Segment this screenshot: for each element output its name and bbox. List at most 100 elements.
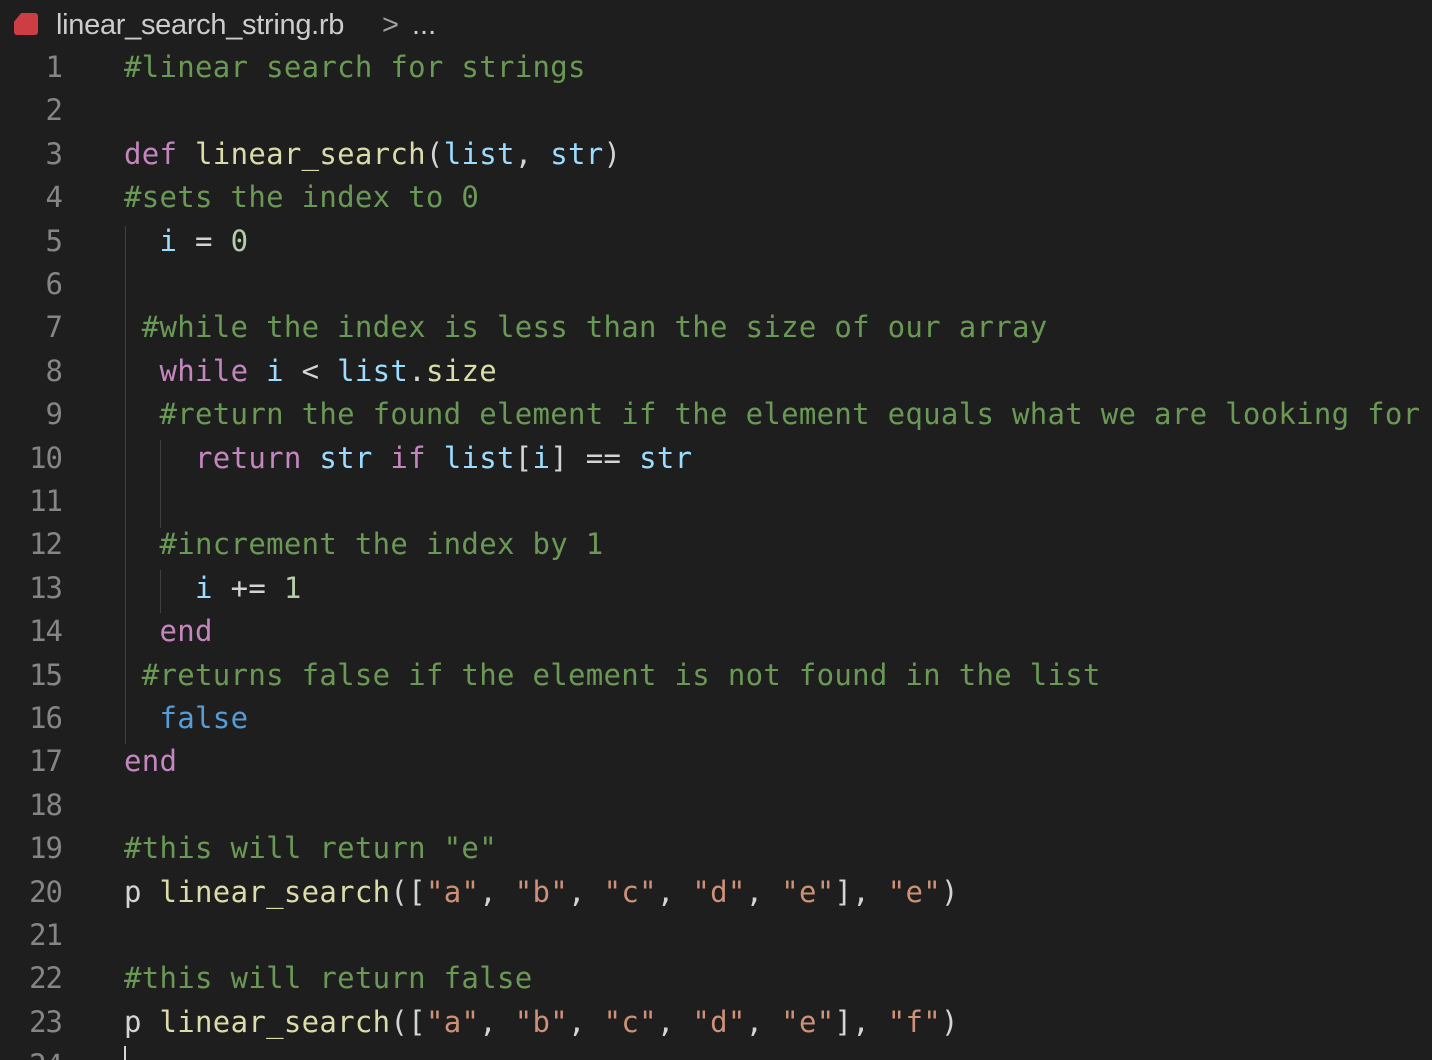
code-token: , <box>745 874 782 909</box>
code-text: #return the found element if the element… <box>124 397 1421 431</box>
code-token: = <box>177 223 231 258</box>
code-token: , <box>568 874 604 909</box>
breadcrumb: linear_search_string.rb > ... <box>0 0 1432 52</box>
code-token: , <box>479 874 515 909</box>
code-line[interactable]: 6 <box>0 267 1432 310</box>
code-line[interactable]: 5 i = 0 <box>0 224 1432 267</box>
code-token: , <box>479 1004 515 1039</box>
code-line[interactable]: 17 end <box>0 744 1432 787</box>
code-line[interactable]: 11 <box>0 484 1432 527</box>
code-token: list <box>443 136 515 171</box>
code-token: #while the index is less than the size o… <box>124 310 1048 345</box>
code-token: end <box>124 744 178 779</box>
line-number: 22 <box>29 961 63 996</box>
code-token: < <box>283 353 338 388</box>
code-token: false <box>159 701 249 735</box>
code-line[interactable]: 10 return str if list[i] == str <box>0 441 1432 484</box>
line-number: 21 <box>29 918 63 952</box>
line-number: 4 <box>45 180 63 215</box>
code-line[interactable]: 15 #returns false if the element is not … <box>0 658 1432 701</box>
code-token: i <box>159 223 178 258</box>
code-token: i <box>266 353 284 388</box>
line-number: 18 <box>29 787 63 822</box>
code-token: "d" <box>692 874 746 909</box>
code-line[interactable]: 20 p linear_search(["a", "b", "c", "d", "… <box>0 875 1432 918</box>
code-token: , <box>656 1004 693 1039</box>
code-token: , <box>745 1004 782 1039</box>
code-text: #this will return false <box>124 961 532 995</box>
code-text: i += 1 <box>124 571 302 605</box>
code-token: #increment the index by 1 <box>124 527 604 562</box>
code-line[interactable]: 7 #while the index is less than the size… <box>0 310 1432 353</box>
code-text: end <box>124 614 213 648</box>
code-token: i <box>195 570 213 605</box>
code-line[interactable]: 2 <box>0 93 1432 136</box>
line-number: 12 <box>29 527 63 562</box>
line-number: 17 <box>29 744 63 779</box>
line-number: 1 <box>45 50 63 84</box>
code-line[interactable]: 21 <box>0 918 1432 961</box>
code-token: linear_search <box>159 874 391 909</box>
code-token: #returns false if the element is not fou… <box>124 657 1101 692</box>
line-number: 15 <box>29 657 63 692</box>
code-token: str <box>319 440 373 475</box>
code-line[interactable]: 18 <box>0 788 1432 831</box>
code-token: "b" <box>514 874 569 909</box>
code-token: #linear search for strings <box>124 50 586 84</box>
code-text: def linear_search(list, str) <box>124 137 621 171</box>
line-number: 5 <box>45 223 63 258</box>
code-text: #this will return "e" <box>124 831 497 865</box>
code-line[interactable]: 8 while i < list.size <box>0 354 1432 397</box>
breadcrumb-file[interactable]: linear_search_string.rb <box>56 9 344 42</box>
code-token: list <box>443 440 515 475</box>
code-text: end <box>124 744 177 778</box>
code-token: def <box>124 136 196 171</box>
code-token: 0 <box>230 223 249 258</box>
code-token: "c" <box>603 874 657 909</box>
code-token: #sets the index to 0 <box>124 180 480 215</box>
code-line[interactable]: 24 <box>0 1048 1432 1060</box>
code-token: "b" <box>514 1004 569 1039</box>
code-token: "a" <box>425 1004 480 1039</box>
line-number: 23 <box>29 1004 63 1039</box>
line-number: 13 <box>29 570 63 605</box>
code-token: while <box>159 353 267 388</box>
line-number: 19 <box>29 831 63 866</box>
code-editor[interactable]: 1 #linear search for strings 2 3 def linear_… <box>0 50 1432 1060</box>
code-token: ( <box>425 136 444 171</box>
code-token: list <box>337 353 409 388</box>
code-line[interactable]: 22 #this will return false <box>0 961 1432 1004</box>
code-line[interactable]: 1 #linear search for strings <box>0 50 1432 93</box>
line-number: 3 <box>45 136 63 171</box>
code-token: linear_search <box>195 136 426 171</box>
line-number: 16 <box>29 701 63 735</box>
breadcrumb-more[interactable]: ... <box>412 9 436 42</box>
code-token: ([ <box>390 874 426 909</box>
code-text: #linear search for strings <box>124 50 586 84</box>
code-line[interactable]: 19 #this will return "e" <box>0 831 1432 874</box>
line-number: 7 <box>45 310 63 345</box>
code-text: while i < list.size <box>124 354 497 388</box>
code-token: "d" <box>692 1004 746 1039</box>
code-line[interactable]: 16 false <box>0 701 1432 744</box>
code-line[interactable]: 4 #sets the index to 0 <box>0 180 1432 223</box>
line-number: 24 <box>0 1048 63 1060</box>
code-token: , <box>514 136 551 171</box>
code-token: "e" <box>781 1004 835 1039</box>
code-line[interactable]: 3 def linear_search(list, str) <box>0 137 1432 180</box>
line-number: 20 <box>29 874 63 909</box>
code-token: , <box>568 1004 604 1039</box>
code-line[interactable]: 9 #return the found element if the eleme… <box>0 397 1432 440</box>
code-line[interactable]: 13 i += 1 <box>0 571 1432 614</box>
code-line[interactable]: 14 end <box>0 614 1432 657</box>
code-text: #sets the index to 0 <box>124 180 479 214</box>
code-line[interactable]: 23 p linear_search(["a", "b", "c", "d", "… <box>0 1005 1432 1048</box>
code-token: ) <box>941 1004 959 1039</box>
line-number: 14 <box>29 614 63 649</box>
code-token: "f" <box>887 1004 942 1039</box>
code-line[interactable]: 12 #increment the index by 1 <box>0 527 1432 570</box>
